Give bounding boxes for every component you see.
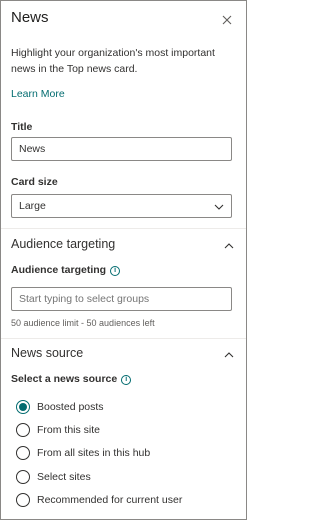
close-icon <box>222 15 232 25</box>
audience-label-text: Audience targeting <box>11 264 107 276</box>
radio-circle <box>16 446 30 460</box>
audience-targeting-section-toggle[interactable]: Audience targeting <box>1 234 246 258</box>
radio-select-sites[interactable]: Select sites <box>16 469 91 485</box>
radio-label: Recommended for current user <box>37 494 183 506</box>
radio-boosted-posts[interactable]: Boosted posts <box>16 399 104 415</box>
radio-label: Select sites <box>37 471 91 483</box>
news-source-section-toggle[interactable]: News source <box>1 343 246 367</box>
info-icon[interactable]: i <box>121 375 132 385</box>
card-size-label: Card size <box>11 176 58 188</box>
radio-label: From all sites in this hub <box>37 447 151 459</box>
audience-targeting-label: Audience targeting i <box>11 264 121 276</box>
panel-description: Highlight your organization's most impor… <box>11 47 215 75</box>
card-size-dropdown[interactable]: Large <box>11 194 232 218</box>
radio-from-this-site[interactable]: From this site <box>16 422 100 438</box>
title-label: Title <box>11 121 33 133</box>
close-button[interactable] <box>219 12 235 28</box>
chevron-down-icon <box>213 201 225 213</box>
card-size-selected: Large <box>19 200 46 212</box>
panel-title: News <box>11 9 49 26</box>
radio-recommended-for-current-user[interactable]: Recommended for current user <box>16 492 182 508</box>
radio-circle <box>16 423 30 437</box>
audience-limit-hint: 50 audience limit - 50 audiences left <box>11 318 155 328</box>
divider <box>1 338 246 339</box>
radio-label: Boosted posts <box>37 401 104 413</box>
news-settings-panel: News Highlight your organization's most … <box>0 0 247 520</box>
radio-circle <box>16 470 30 484</box>
learn-more-link[interactable]: Learn More <box>11 88 65 100</box>
audience-groups-input[interactable] <box>11 287 232 311</box>
news-source-label: Select a news source i <box>11 373 132 385</box>
divider <box>1 228 246 229</box>
chevron-up-icon <box>223 240 235 252</box>
radio-circle <box>16 493 30 507</box>
info-icon[interactable]: i <box>110 266 121 276</box>
audience-section-title: Audience targeting <box>11 237 116 251</box>
panel-header: News <box>1 1 246 37</box>
news-source-section-title: News source <box>11 346 84 360</box>
radio-from-all-sites-in-hub[interactable]: From all sites in this hub <box>16 445 150 461</box>
radio-circle <box>16 400 30 414</box>
chevron-up-icon <box>223 349 235 361</box>
radio-label: From this site <box>37 424 101 436</box>
news-source-label-text: Select a news source <box>11 373 118 385</box>
title-input[interactable]: News <box>11 137 232 161</box>
